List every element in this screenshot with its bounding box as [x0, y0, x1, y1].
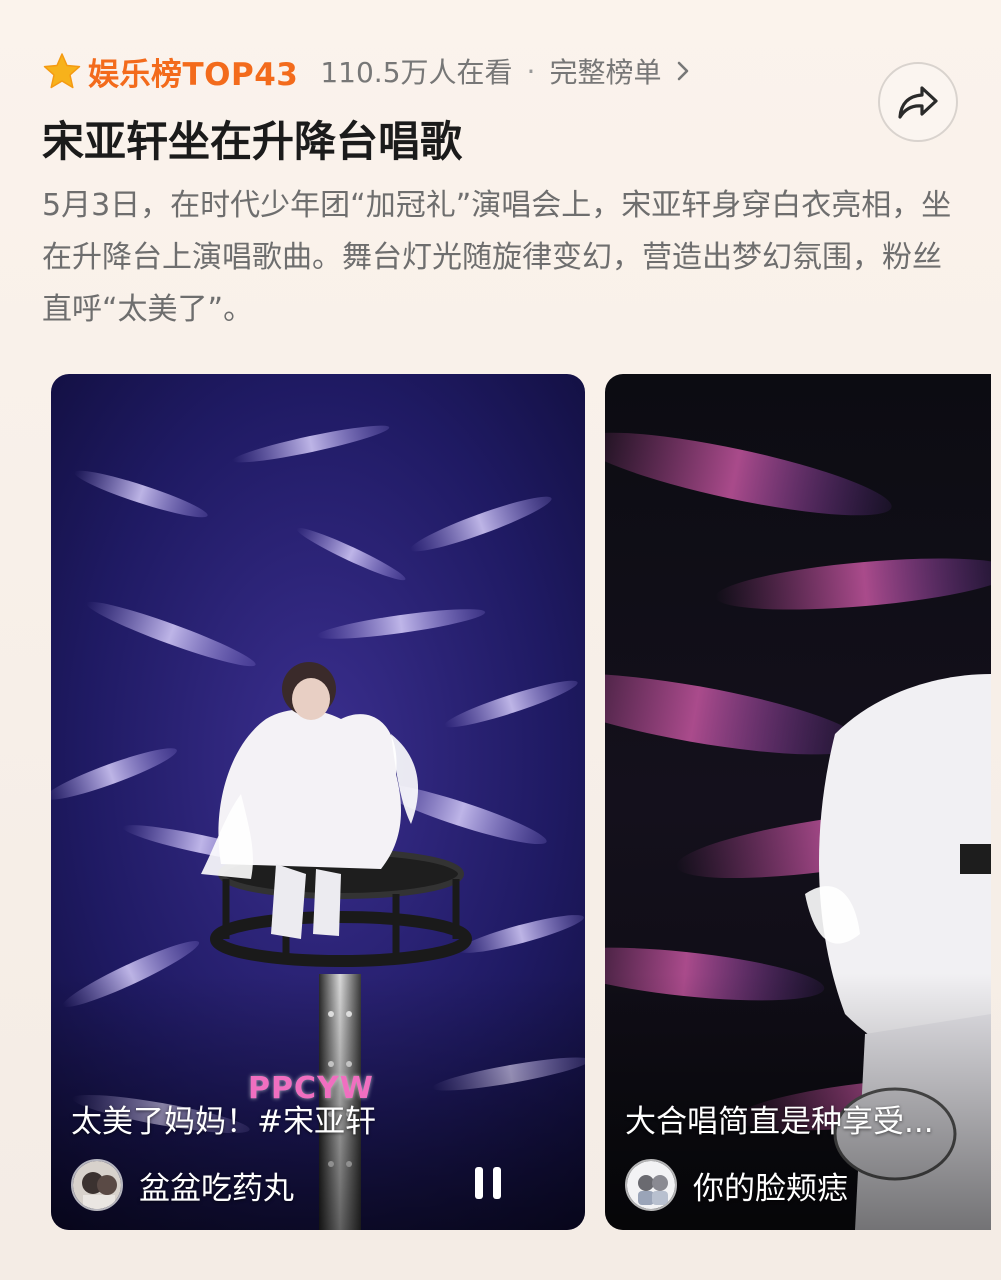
share-button[interactable]: [878, 62, 958, 142]
pause-icon[interactable]: [474, 1166, 502, 1200]
star-icon: [43, 53, 81, 89]
author-name[interactable]: 你的脸颊痣: [693, 1163, 848, 1208]
avatar[interactable]: [71, 1159, 123, 1211]
topic-title[interactable]: 宋亚轩坐在升降台唱歌: [42, 108, 462, 169]
viewer-count: 110.5万人在看: [320, 56, 513, 89]
author-name[interactable]: 盆盆吃药丸: [139, 1163, 294, 1208]
share-arrow-icon: [898, 86, 938, 119]
video-caption: 大合唱简直是种享受...: [625, 1104, 934, 1140]
full-list-link[interactable]: 完整榜单: [549, 51, 691, 91]
topic-header: 娱乐榜TOP43 110.5万人在看 · 完整榜单: [42, 44, 691, 98]
full-list-label: 完整榜单: [549, 56, 662, 89]
topic-summary: 5月3日，在时代少年团“加冠礼”演唱会上，宋亚轩身穿白衣亮相，坐在升降台上演唱歌…: [42, 188, 952, 327]
video-author[interactable]: 盆盆吃药丸: [71, 1158, 294, 1212]
video-caption: 太美了妈妈！#宋亚轩: [71, 1104, 376, 1140]
separator-dot: ·: [526, 54, 536, 88]
rank-label[interactable]: 娱乐榜TOP43: [88, 49, 298, 94]
avatar[interactable]: [625, 1159, 677, 1211]
video-author[interactable]: 你的脸颊痣: [625, 1158, 848, 1212]
chevron-right-icon: [678, 61, 689, 81]
